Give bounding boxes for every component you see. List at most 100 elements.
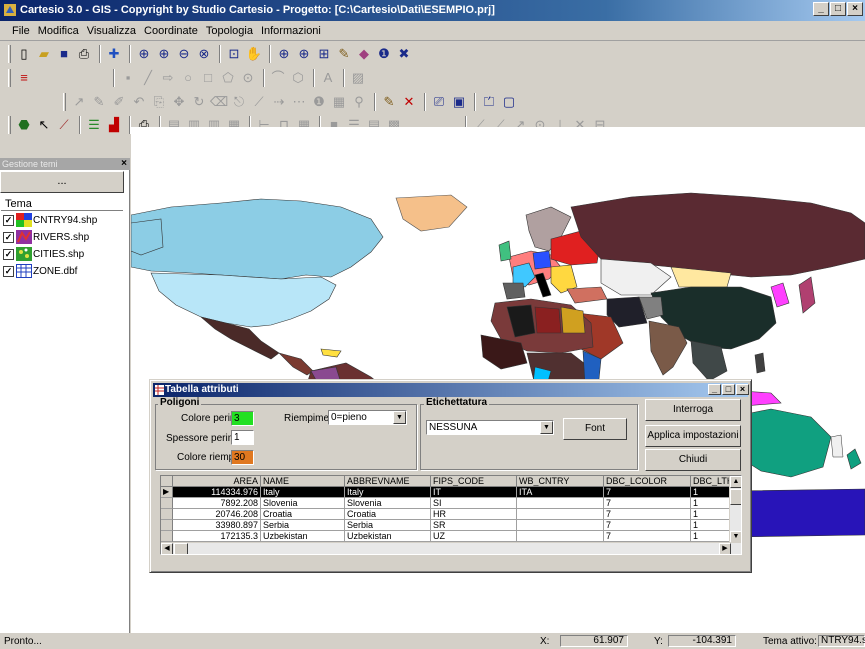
print-icon[interactable]: ⎙ (75, 45, 93, 63)
zoom-full-icon[interactable]: ⊗ (195, 45, 213, 63)
toolbar-grip[interactable] (8, 116, 11, 134)
column-header-fips-code[interactable]: FIPS_CODE (431, 476, 517, 487)
cell-name[interactable]: Slovenia (261, 498, 345, 509)
layer-item-rivers[interactable]: ✓ RIVERS.shp (3, 229, 89, 245)
legend-icon[interactable]: ☰ (85, 116, 103, 134)
rotate-icon[interactable]: ↻ (190, 93, 208, 111)
cell-area[interactable]: 172135.3 (173, 531, 261, 542)
save-icon[interactable]: ■ (55, 45, 73, 63)
cell-wb-cntry[interactable] (517, 498, 604, 509)
font-button[interactable]: Font (563, 418, 627, 440)
dialog-title-bar[interactable]: Tabella attributi (153, 383, 748, 397)
cell-dbc-lth[interactable]: 1 (691, 509, 731, 520)
cell-abbrevname[interactable]: Slovenia (345, 498, 431, 509)
draw-ellipse-icon[interactable]: ○ (179, 69, 197, 87)
move-icon[interactable]: ✥ (170, 93, 188, 111)
column-header-name[interactable]: NAME (261, 476, 345, 487)
cell-dbc-lth[interactable]: 1 (691, 498, 731, 509)
table-row[interactable]: 33980.897 Serbia Serbia SR 7 1 (161, 520, 731, 531)
draw-rect-icon[interactable]: □ (199, 69, 217, 87)
close-button[interactable]: × (847, 2, 863, 16)
apply-settings-button[interactable]: Applica impostazioni (645, 425, 741, 447)
column-header-wb-cntry[interactable]: WB_CNTRY (517, 476, 604, 487)
zoom-icon[interactable]: ⊕ (135, 45, 153, 63)
maximize-button[interactable]: □ (830, 2, 846, 16)
cell-abbrevname[interactable]: Italy (345, 487, 431, 498)
cell-dbc-lcolor[interactable]: 7 (604, 531, 691, 542)
menu-visualizza[interactable]: Visualizza (83, 25, 140, 37)
draw-circle-icon[interactable]: ⊙ (239, 69, 257, 87)
cell-fips-code[interactable]: SR (431, 520, 517, 531)
cell-dbc-lcolor[interactable]: 7 (604, 487, 691, 498)
toolbar-grip[interactable] (8, 69, 11, 87)
stamp-icon[interactable]: ⎋ (230, 93, 248, 111)
menu-informazioni[interactable]: Informazioni (257, 25, 325, 37)
cell-area[interactable]: 7892.208 (173, 498, 261, 509)
cell-dbc-lth[interactable]: 1 (691, 520, 731, 531)
cell-abbrevname[interactable]: Croatia (345, 509, 431, 520)
binoculars-icon[interactable]: ⚲ (350, 93, 368, 111)
cell-dbc-lcolor[interactable]: 7 (604, 520, 691, 531)
fill-mode-select[interactable]: 0=pieno ▼ (328, 410, 407, 425)
delete-icon[interactable]: ⌫ (210, 93, 228, 111)
layer-item-cntry94[interactable]: ✓ CNTRY94.shp (3, 212, 97, 228)
eraser-icon[interactable]: ◆ (355, 45, 373, 63)
draw-shape-icon[interactable]: ⬡ (289, 69, 307, 87)
table-row[interactable]: 20746.208 Croatia Croatia HR 7 1 (161, 509, 731, 520)
edit-pencil-icon[interactable]: ✎ (380, 93, 398, 111)
zoom-next-icon[interactable]: ⊕ (295, 45, 313, 63)
chart-icon[interactable]: ▟ (105, 116, 123, 134)
cell-name[interactable]: Italy (261, 487, 345, 498)
pencil-icon[interactable]: ✎ (335, 45, 353, 63)
cell-name[interactable]: Croatia (261, 509, 345, 520)
cell-wb-cntry[interactable] (517, 520, 604, 531)
draw-curve-icon[interactable]: ⌒ (269, 69, 287, 87)
layer-color-icon[interactable]: ≡ (15, 69, 33, 87)
properties-icon[interactable]: ❶ (310, 93, 328, 111)
zoom-previous-icon[interactable]: ⊕ (275, 45, 293, 63)
layer-checkbox[interactable]: ✓ (3, 265, 14, 277)
info-icon[interactable]: ❶ (375, 45, 393, 63)
cell-name[interactable]: Serbia (261, 520, 345, 531)
cell-area[interactable]: 114334.976 (173, 487, 261, 498)
draw-arrow-icon[interactable]: ⇨ (159, 69, 177, 87)
perimeter-color-field[interactable]: 3 (231, 411, 254, 426)
query-button[interactable]: Interroga (645, 399, 741, 421)
image-icon[interactable]: ▨ (349, 69, 367, 87)
fill-color-field[interactable]: 30 (231, 450, 254, 465)
new-file-icon[interactable]: ▯ (15, 45, 33, 63)
scroll-thumb[interactable] (174, 543, 188, 554)
zoom-window-icon[interactable]: ⊡ (225, 45, 243, 63)
layer-item-cities[interactable]: ✓ CITIES.shp (3, 246, 84, 262)
table-row[interactable]: ▶ 114334.976 Italy Italy IT ITA 7 1 (161, 487, 731, 498)
pointer-icon[interactable]: ↖ (35, 116, 53, 134)
column-header-dbc-lcolor[interactable]: DBC_LCOLOR (604, 476, 691, 487)
grid-horizontal-scrollbar[interactable]: ◀ ▶ (161, 542, 741, 554)
cell-fips-code[interactable]: UZ (431, 531, 517, 542)
cell-dbc-lth[interactable]: 1 (691, 531, 731, 542)
camera-icon[interactable]: ⎚ (430, 93, 448, 111)
menu-modifica[interactable]: Modifica (34, 25, 83, 37)
select-icon[interactable]: ↗ (70, 93, 88, 111)
cell-name[interactable]: Uzbekistan (261, 531, 345, 542)
cancel-edit-icon[interactable]: ✕ (400, 93, 418, 111)
menu-topologia[interactable]: Topologia (202, 25, 257, 37)
layer-checkbox[interactable]: ✓ (3, 214, 14, 226)
toolbar-grip[interactable] (8, 45, 11, 63)
grid-vertical-scrollbar[interactable]: ▲ ▼ (729, 476, 741, 543)
zoom-in-icon[interactable]: ⊕ (155, 45, 173, 63)
column-header-area[interactable]: AREA (173, 476, 261, 487)
cell-area[interactable]: 33980.897 (173, 520, 261, 531)
add-layer-icon[interactable]: ✚ (105, 45, 123, 63)
measure-icon[interactable]: ⟋ (55, 116, 73, 134)
pan-hand-icon[interactable]: ✋ (245, 45, 263, 63)
zoom-extent-icon[interactable]: ⊞ (315, 45, 333, 63)
draw-polygon-icon[interactable]: ⬠ (219, 69, 237, 87)
attribute-grid[interactable]: AREA NAME ABBREVNAME FIPS_CODE WB_CNTRY … (160, 475, 742, 555)
edit-node-icon[interactable]: ✎ (90, 93, 108, 111)
dialog-maximize-button[interactable]: □ (722, 384, 735, 395)
cell-abbrevname[interactable]: Uzbekistan (345, 531, 431, 542)
labeling-select[interactable]: NESSUNA ▼ (426, 420, 554, 435)
dialog-close-button[interactable]: × (736, 384, 749, 395)
text-icon[interactable]: A (319, 69, 337, 87)
